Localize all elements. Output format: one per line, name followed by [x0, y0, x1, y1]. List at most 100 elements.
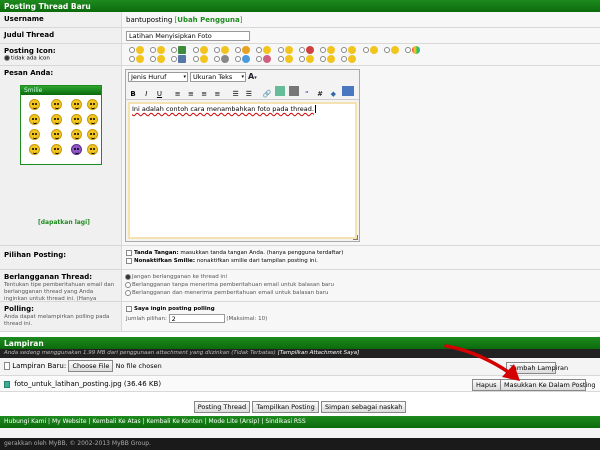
icon-radio[interactable] — [150, 56, 157, 62]
icon-radio[interactable] — [320, 47, 327, 53]
message-textarea[interactable]: Ini adalah contoh cara menambahkan foto … — [128, 102, 357, 239]
smiley-icon[interactable] — [87, 114, 98, 125]
change-user-link[interactable]: Ubah Pengguna — [177, 16, 239, 24]
add-attachment-button[interactable]: Tambah Lampiran — [506, 362, 568, 374]
delete-attachment-button[interactable]: Hapus — [472, 379, 501, 391]
icon-radio[interactable] — [129, 47, 135, 53]
underline-button[interactable]: U — [154, 89, 164, 99]
view-attachments-link[interactable]: [Tampilkan Attachment Saya] — [278, 350, 360, 356]
smiley-icon[interactable] — [29, 114, 40, 125]
footer-link-website[interactable]: My Website — [52, 418, 87, 425]
font-color-button[interactable]: A▾ — [248, 72, 257, 83]
icon-radio[interactable] — [171, 56, 178, 62]
footer-links: Hubungi Kami | My Website | Kembali Ke A… — [0, 416, 600, 428]
subscribe-no-email-radio[interactable] — [125, 281, 131, 288]
signature-checkbox[interactable] — [126, 249, 132, 256]
icon-radio[interactable] — [129, 56, 135, 62]
smiley-icon[interactable] — [87, 129, 98, 140]
footer-link-lite[interactable]: Mode Lite (Arsip) — [208, 418, 259, 425]
footer-link-content[interactable]: Kembali Ke Konten — [147, 418, 203, 425]
justify-icon[interactable]: ≡ — [212, 89, 222, 99]
smiley-icon[interactable] — [51, 99, 62, 110]
icon-radio[interactable] — [235, 56, 242, 62]
icon-radio[interactable] — [192, 47, 199, 53]
size-select[interactable]: Ukuran Teks ▾ — [190, 72, 246, 82]
quote-icon[interactable]: “ — [302, 89, 312, 99]
icon-radio[interactable] — [320, 56, 327, 62]
code-icon[interactable]: # — [315, 89, 325, 99]
no-subscribe-radio[interactable] — [125, 273, 131, 280]
italic-button[interactable]: I — [141, 89, 151, 99]
poll-options-label: Jumlah pilihan: — [126, 316, 167, 322]
poll-options-input[interactable]: 2 — [168, 314, 225, 323]
smiley-icon[interactable] — [71, 99, 82, 110]
disable-smilies-checkbox[interactable] — [126, 257, 132, 264]
email-icon[interactable] — [288, 86, 299, 96]
no-icon-radio[interactable] — [4, 55, 10, 61]
action-buttons: Posting Thread Tampilkan Posting Simpan … — [0, 401, 600, 415]
smiley-icon[interactable] — [71, 114, 82, 125]
icon-radio[interactable] — [150, 47, 157, 53]
smiley-icon[interactable] — [29, 144, 40, 155]
choose-file-button[interactable]: Choose File — [68, 360, 114, 372]
poll-checkbox[interactable] — [126, 305, 132, 312]
icon-radio[interactable] — [171, 47, 178, 53]
icon-radio[interactable] — [383, 47, 390, 53]
icon-radio[interactable] — [213, 56, 220, 62]
numbered-list-icon[interactable]: ☰ — [244, 89, 254, 99]
grin-icon — [157, 46, 166, 54]
icon-radio[interactable] — [298, 47, 305, 53]
icon-radio[interactable] — [341, 47, 348, 53]
icon-radio[interactable] — [213, 47, 220, 53]
font-select[interactable]: Jenis Huruf ▾ — [128, 72, 188, 82]
signature-label: Tanda Tangan: — [134, 250, 179, 256]
save-draft-button[interactable]: Simpan sebagai naskah — [321, 401, 407, 413]
thread-title-input[interactable]: Latihan Menyisipkan Foto — [126, 31, 250, 41]
icon-radio[interactable] — [235, 47, 242, 53]
font-select-label: Jenis Huruf — [131, 73, 167, 81]
smiley-icon[interactable] — [71, 129, 82, 140]
icon-radio[interactable] — [362, 47, 369, 53]
bold-button[interactable]: B — [128, 89, 138, 99]
post-thread-button[interactable]: Posting Thread — [193, 401, 251, 413]
view-source-icon[interactable] — [341, 86, 354, 96]
attachments-header: Lampiran — [0, 337, 600, 349]
devil-smiley-icon[interactable] — [71, 144, 82, 155]
smiley-icon[interactable] — [51, 144, 62, 155]
huh-icon — [348, 55, 357, 63]
subscribe-email-radio[interactable] — [125, 289, 131, 296]
sleepy-icon — [327, 55, 336, 63]
resize-handle-icon[interactable] — [353, 235, 358, 240]
footer-link-contact[interactable]: Hubungi Kami — [4, 418, 46, 425]
bullet-list-icon[interactable]: ☰ — [231, 89, 241, 99]
footer-link-top[interactable]: Kembali Ke Atas — [92, 418, 140, 425]
icon-radio[interactable] — [192, 56, 199, 62]
icon-radio[interactable] — [341, 56, 348, 62]
poll-row: Polling: Anda dapat melampirkan polling … — [0, 302, 600, 332]
confused-icon — [157, 55, 166, 63]
rich-editor: Jenis Huruf ▾ Ukuran Teks ▾ A▾ B I U ≡ ≡ ≡… — [125, 69, 360, 242]
smiley-icon[interactable] — [51, 114, 62, 125]
align-left-icon[interactable]: ≡ — [173, 89, 183, 99]
icon-radio[interactable] — [298, 56, 305, 62]
footer-link-rss[interactable]: Sindikasi RSS — [265, 418, 305, 425]
smilies-title: Smilie — [21, 86, 101, 95]
preview-post-button[interactable]: Tampilkan Posting — [252, 401, 319, 413]
insert-into-post-button[interactable]: Masukkan Ke Dalam Posting — [500, 379, 596, 391]
smiley-icon[interactable] — [51, 129, 62, 140]
image-icon[interactable] — [275, 86, 286, 96]
smiley-icon[interactable] — [87, 99, 98, 110]
align-center-icon[interactable]: ≡ — [186, 89, 196, 99]
link-icon[interactable]: 🔗 — [262, 89, 272, 99]
more-smilies-link[interactable]: [dapatkan lagi] — [38, 219, 90, 226]
smiley-icon[interactable] — [29, 129, 40, 140]
align-right-icon[interactable]: ≡ — [199, 89, 209, 99]
icon-radio[interactable] — [256, 47, 263, 53]
smiley-icon[interactable] — [29, 99, 40, 110]
icon-radio[interactable] — [256, 56, 263, 62]
icon-radio[interactable] — [277, 47, 284, 53]
icon-radio[interactable] — [277, 56, 284, 62]
smiley-icon[interactable] — [87, 144, 98, 155]
icon-radio[interactable] — [405, 47, 412, 53]
php-icon[interactable]: ◆ — [328, 89, 338, 99]
